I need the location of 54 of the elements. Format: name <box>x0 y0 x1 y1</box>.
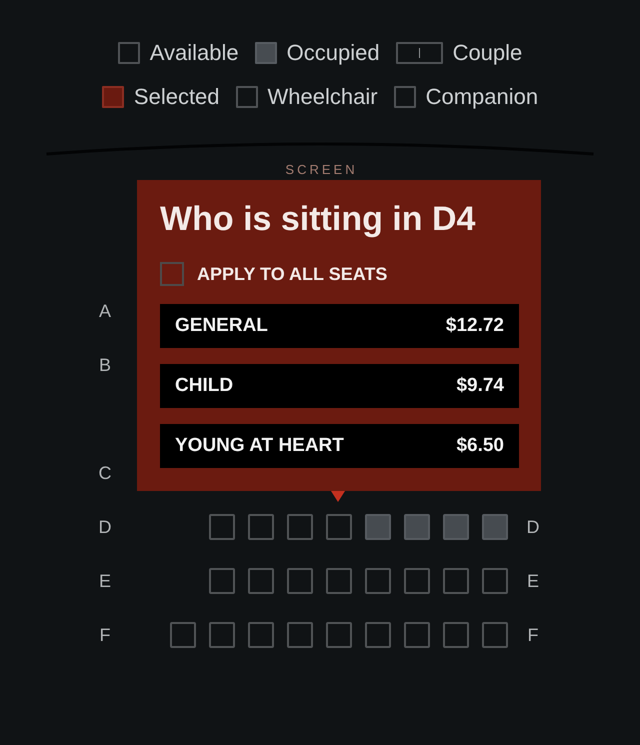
legend-label: Companion <box>426 85 538 109</box>
occupied-seat[interactable] <box>482 514 508 540</box>
available-seat[interactable] <box>248 568 274 594</box>
legend-label: Wheelchair <box>268 85 378 109</box>
row-label: D <box>526 516 540 538</box>
available-seat[interactable] <box>326 514 352 540</box>
available-seat[interactable] <box>326 568 352 594</box>
seat-outline-icon <box>394 86 416 108</box>
available-seat[interactable] <box>365 622 391 648</box>
row-label: F <box>100 624 110 646</box>
seat-outline-icon <box>118 42 140 64</box>
checkbox-label: APPLY TO ALL SEATS <box>197 263 388 285</box>
available-seat[interactable] <box>443 568 469 594</box>
occupied-seat[interactable] <box>404 514 430 540</box>
row-label: D <box>98 516 112 538</box>
ticket-type-button[interactable]: GENERAL $12.72 <box>160 304 519 348</box>
pointer-triangle-icon <box>331 491 345 502</box>
available-seat[interactable] <box>287 622 313 648</box>
row-label: B <box>98 354 111 376</box>
ticket-type-button[interactable]: CHILD $9.74 <box>160 364 519 408</box>
screen-label: SCREEN <box>284 162 358 178</box>
row-label: E <box>526 570 539 592</box>
seat-outline-icon <box>236 86 258 108</box>
available-seat[interactable] <box>248 514 274 540</box>
occupied-seat[interactable] <box>365 514 391 540</box>
occupied-seat-icon <box>254 42 277 64</box>
couple-seat-icon <box>396 42 443 64</box>
available-seat[interactable] <box>365 568 391 594</box>
available-seat[interactable] <box>248 622 274 648</box>
popup-title: Who is sitting in D4 <box>160 200 476 238</box>
legend-label: Selected <box>134 85 220 109</box>
available-seat[interactable] <box>404 568 430 594</box>
selected-seat-icon <box>102 86 124 108</box>
available-seat[interactable] <box>287 514 313 540</box>
row-label: A <box>98 300 111 322</box>
available-seat[interactable] <box>443 622 469 648</box>
row-label: F <box>528 624 538 646</box>
available-seat[interactable] <box>326 622 352 648</box>
available-seat[interactable] <box>209 514 235 540</box>
available-seat[interactable] <box>404 622 430 648</box>
available-seat[interactable] <box>170 622 196 648</box>
legend-label: Occupied <box>286 41 380 65</box>
available-seat[interactable] <box>482 568 508 594</box>
occupied-seat[interactable] <box>443 514 469 540</box>
available-seat[interactable] <box>482 622 508 648</box>
row-label: C <box>98 462 112 484</box>
legend-label: Couple <box>452 41 522 65</box>
available-seat[interactable] <box>209 568 235 594</box>
legend-label: Available <box>150 41 239 65</box>
row-label: E <box>98 570 111 592</box>
checkbox[interactable] <box>160 262 184 286</box>
ticket-type-button[interactable]: YOUNG AT HEART $6.50 <box>160 424 519 468</box>
available-seat[interactable] <box>209 622 235 648</box>
available-seat[interactable] <box>287 568 313 594</box>
